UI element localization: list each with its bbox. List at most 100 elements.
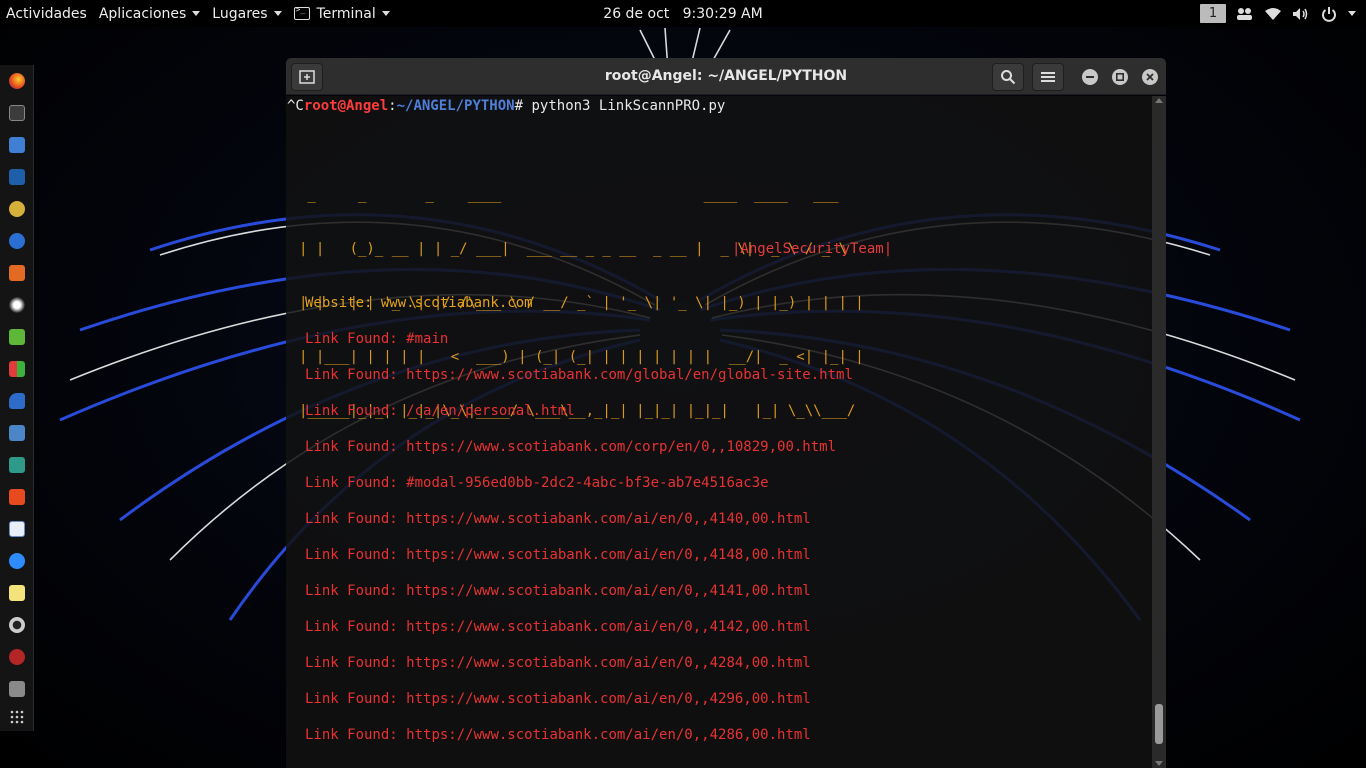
beef-icon[interactable] — [9, 425, 25, 441]
dash-dock — [0, 65, 34, 731]
link-prefix: Link Found: — [305, 511, 407, 527]
applications-label: Aplicaciones — [98, 5, 187, 22]
zap-icon[interactable] — [9, 297, 25, 313]
link-value: /ca/en/personal.html — [406, 403, 575, 419]
places-menu[interactable]: Lugares — [206, 0, 287, 27]
minimize-button[interactable] — [1082, 69, 1098, 85]
link-prefix: Link Found: — [305, 691, 407, 707]
link-found-line: Link Found: https://www.scotiabank.com/a… — [305, 655, 811, 671]
wifi-icon[interactable] — [1264, 5, 1282, 23]
banner-line: | |___| | | | | < ___) | (_| (_| | | | |… — [299, 349, 864, 365]
search-icon — [1001, 70, 1016, 85]
files-icon[interactable] — [9, 137, 25, 153]
tor-icon[interactable] — [9, 617, 25, 633]
places-label: Lugares — [212, 5, 268, 22]
notes-icon[interactable] — [9, 585, 25, 601]
website-line: Website: www.scotiabank.com — [305, 295, 533, 311]
link-prefix: Link Found: — [305, 367, 407, 383]
link-value: https://www.scotiabank.com/global/en/glo… — [406, 367, 853, 383]
leafpad-icon[interactable] — [9, 329, 25, 345]
link-prefix: Link Found: — [305, 439, 407, 455]
usb-icon[interactable] — [9, 681, 25, 697]
link-found-line: Link Found: https://www.scotiabank.com/a… — [305, 619, 811, 635]
link-found-line: Link Found: https://www.scotiabank.com/a… — [305, 547, 811, 563]
link-prefix: Link Found: — [305, 583, 407, 599]
app-menu[interactable]: Terminal — [288, 0, 396, 27]
terminal-window: root@Angel: ~/ANGEL/PYTHON ^Croot@Angel:… — [286, 58, 1166, 768]
maltego-icon[interactable] — [9, 265, 25, 281]
prompt-symbol: # — [514, 98, 524, 114]
link-found-line: Link Found: #modal-956ed0bb-2dc2-4abc-bf… — [305, 475, 769, 491]
link-found-line: Link Found: https://www.scotiabank.com/a… — [305, 691, 811, 707]
tray-menu-arrow[interactable] — [1348, 0, 1356, 27]
command-text: python3 LinkScannPRO.py — [523, 98, 726, 114]
window-titlebar[interactable]: root@Angel: ~/ANGEL/PYTHON — [286, 58, 1166, 95]
chevron-down-icon — [192, 11, 201, 16]
scrollbar-thumb[interactable] — [1155, 704, 1163, 744]
show-apps-icon[interactable] — [9, 709, 25, 725]
armitage-icon[interactable] — [9, 201, 25, 217]
link-value: https://www.scotiabank.com/ai/en/0,,4142… — [406, 619, 811, 635]
maximize-button[interactable] — [1112, 69, 1128, 85]
firefox-icon[interactable] — [9, 73, 25, 89]
close-button[interactable] — [1142, 69, 1158, 85]
burp-icon[interactable] — [9, 233, 25, 249]
cherrytree-icon[interactable] — [9, 649, 25, 665]
link-value: https://www.scotiabank.com/ai/en/0,,4296… — [406, 691, 811, 707]
link-prefix: Link Found: — [305, 403, 407, 419]
prompt-path: ~/ANGEL/PYTHON — [396, 98, 515, 114]
interrupt-marker: ^C — [287, 98, 304, 114]
link-prefix: Link Found: — [305, 331, 407, 347]
power-icon[interactable] — [1320, 5, 1338, 23]
terminal-icon — [293, 5, 310, 20]
applications-menu[interactable]: Aplicaciones — [93, 0, 206, 27]
close-icon — [1146, 73, 1154, 81]
link-found-line: Link Found: https://www.scotiabank.com/a… — [305, 727, 811, 743]
maximize-icon — [1116, 73, 1124, 81]
link-found-line: Link Found: https://www.scotiabank.com/a… — [305, 511, 811, 527]
link-value: https://www.scotiabank.com/corp/en/0,,10… — [406, 439, 837, 455]
link-value: #main — [406, 331, 449, 347]
chevron-down-icon — [381, 11, 390, 16]
link-value: https://www.scotiabank.com/ai/en/0,,4286… — [406, 727, 811, 743]
clock-time: 9:30:29 AM — [682, 5, 763, 22]
link-value: https://www.scotiabank.com/ai/en/0,,4148… — [406, 547, 811, 563]
terminal-output[interactable]: ^Croot@Angel:~/ANGEL/PYTHON# python3 Lin… — [286, 96, 1152, 768]
link-value: https://www.scotiabank.com/ai/en/0,,4284… — [406, 655, 811, 671]
link-prefix: Link Found: — [305, 619, 407, 635]
search-button[interactable] — [992, 63, 1024, 91]
scroll-down-arrow-icon[interactable] — [1155, 761, 1163, 766]
hamburger-icon — [1041, 72, 1055, 82]
link-found-line: Link Found: /ca/en/personal.html — [305, 403, 575, 419]
activities-label: Actividades — [6, 5, 87, 22]
prompt-line: ^Croot@Angel:~/ANGEL/PYTHON# python3 Lin… — [287, 98, 725, 114]
link-value: #modal-956ed0bb-2dc2-4abc-bf3e-ab7e4516a… — [406, 475, 769, 491]
vertical-scrollbar[interactable] — [1152, 96, 1166, 768]
menu-button[interactable] — [1032, 63, 1064, 91]
activities-button[interactable]: Actividades — [0, 0, 93, 27]
scroll-up-arrow-icon[interactable] — [1155, 98, 1163, 103]
zoom-icon[interactable] — [9, 553, 25, 569]
prompt-user: root@Angel — [303, 98, 389, 114]
link-found-line: Link Found: https://www.scotiabank.com/g… — [305, 367, 853, 383]
link-value: https://www.scotiabank.com/ai/en/0,,4141… — [406, 583, 811, 599]
link-prefix: Link Found: — [305, 727, 407, 743]
terminal-icon[interactable] — [9, 105, 25, 121]
ftp-icon[interactable] — [9, 489, 25, 505]
workspace-indicator[interactable]: 1 — [1200, 4, 1226, 23]
prompt-separator: : — [388, 98, 397, 114]
app-menu-label: Terminal — [316, 5, 376, 22]
volume-icon[interactable] — [1292, 5, 1310, 23]
banner-line: _ _ _ ____ ____ ____ ___ — [299, 187, 856, 203]
metasploit-icon[interactable] — [9, 169, 25, 185]
link-prefix: Link Found: — [305, 655, 407, 671]
faraday-icon[interactable] — [9, 361, 25, 377]
chevron-down-icon — [1348, 11, 1356, 16]
people-icon[interactable] — [1236, 5, 1254, 23]
cutycapt-icon[interactable] — [9, 457, 25, 473]
team-credit: |AngelSecurityTeam| — [732, 241, 893, 257]
clock-button[interactable]: 26 de oct 9:30:29 AM — [603, 6, 762, 22]
wireshark-icon[interactable] — [9, 393, 25, 409]
text-editor-icon[interactable] — [9, 521, 25, 537]
minimize-icon — [1086, 76, 1094, 78]
